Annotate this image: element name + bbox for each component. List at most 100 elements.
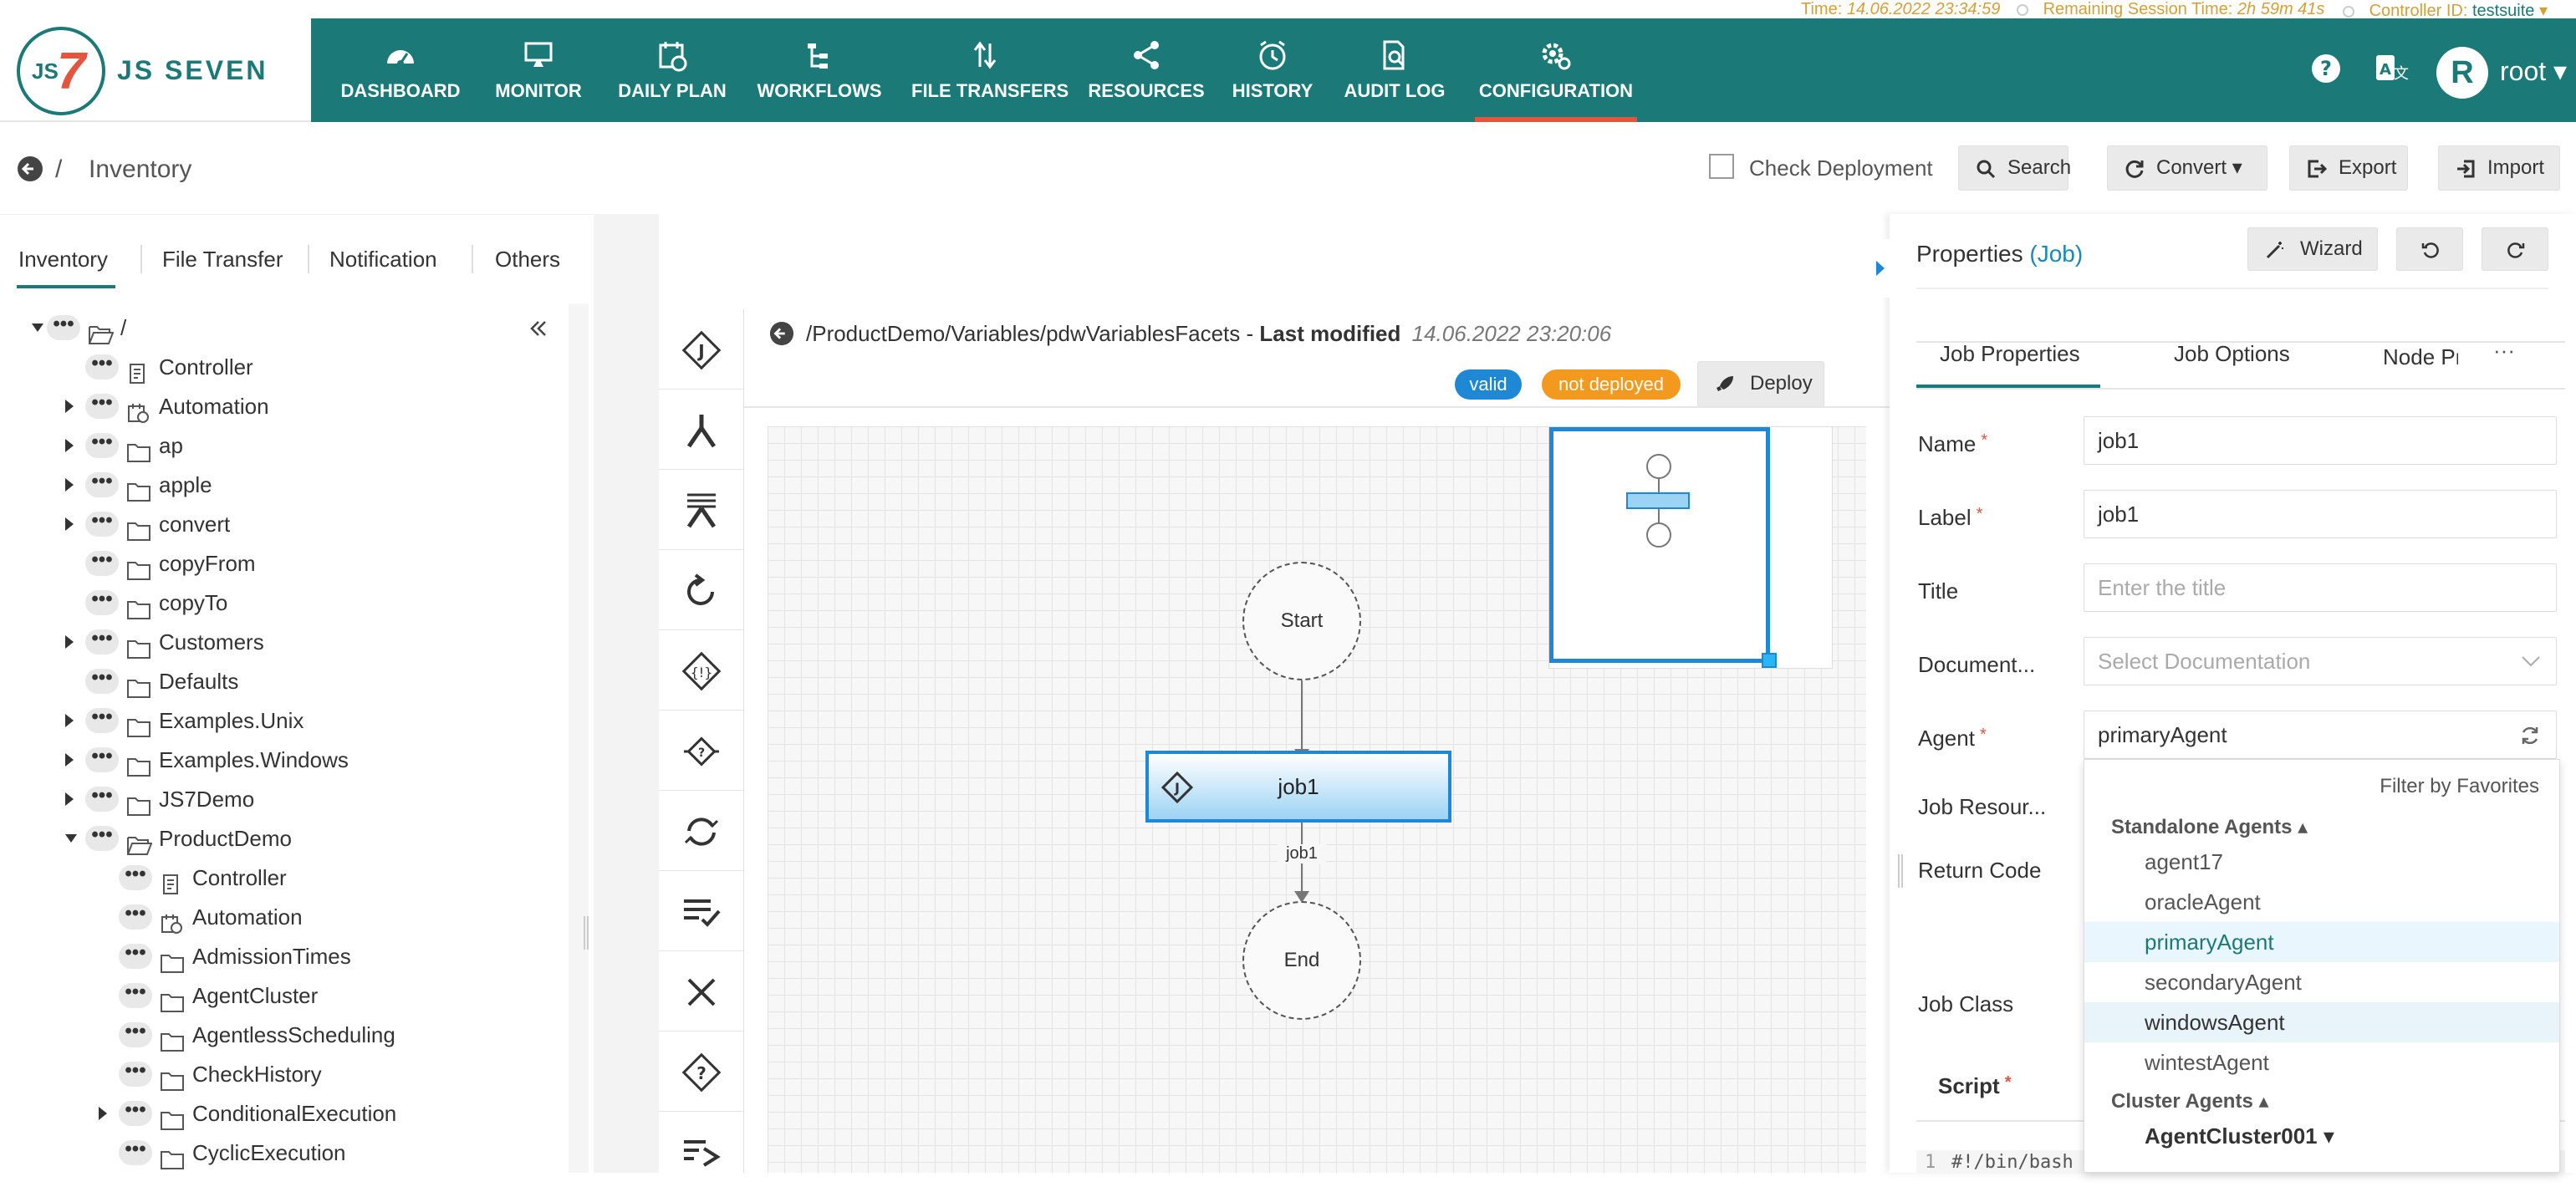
tree-item[interactable]: ••• Controller <box>0 348 560 386</box>
item-menu-button[interactable]: ••• <box>85 629 119 655</box>
tree-item[interactable]: ••• Controller <box>0 858 560 897</box>
deploy-button[interactable]: Deploy <box>1697 361 1824 408</box>
item-menu-button[interactable]: ••• <box>119 943 152 969</box>
cluster-option[interactable]: AgentCluster001 ▾ <box>2084 1116 2559 1156</box>
export-button[interactable]: Export <box>2289 145 2408 191</box>
label-input[interactable]: job1 <box>2084 490 2557 538</box>
standalone-agents-header[interactable]: Standalone Agents ▴ <box>2111 815 2308 839</box>
tab-inventory[interactable]: Inventory <box>18 247 108 273</box>
avatar[interactable]: R <box>2436 47 2488 99</box>
agent-option[interactable]: secondaryAgent <box>2084 962 2559 1002</box>
tool-if[interactable]: ? <box>659 711 744 791</box>
nav-daily-plan[interactable]: DAILY PLAN <box>609 18 736 122</box>
agent-option-selected[interactable]: primaryAgent <box>2084 922 2559 962</box>
name-input[interactable]: job1 <box>2084 416 2557 465</box>
tree-item[interactable]: ••• apple <box>0 466 560 504</box>
more-tabs-button[interactable]: ··· <box>2493 338 2515 364</box>
agent-option[interactable]: wintestAgent <box>2084 1042 2559 1082</box>
workflow-canvas[interactable]: Start J job1 job1 End <box>768 426 1866 1173</box>
start-node[interactable]: Start <box>1242 562 1361 680</box>
tree-item[interactable]: ••• AgentlessScheduling <box>0 1016 560 1054</box>
agent-option[interactable]: agent17 <box>2084 842 2559 882</box>
tool-retry[interactable] <box>659 550 744 630</box>
agent-select[interactable]: primaryAgent <box>2084 711 2557 759</box>
item-menu-button[interactable]: ••• <box>85 746 119 772</box>
item-menu-button[interactable]: ••• <box>119 1139 152 1165</box>
item-menu-button[interactable]: ••• <box>119 1100 152 1126</box>
tree-item[interactable]: ••• AgentCluster <box>0 976 560 1015</box>
job-node[interactable]: J job1 <box>1145 751 1451 823</box>
splitter[interactable] <box>584 214 659 1173</box>
tree-item[interactable]: ••• Automation <box>0 898 560 936</box>
tree-item[interactable]: ••• JS7Demo <box>0 780 560 818</box>
refresh-icon[interactable] <box>2519 725 2541 746</box>
back-arrow-icon[interactable] <box>769 321 794 346</box>
item-menu-button[interactable]: ••• <box>85 471 119 497</box>
import-button[interactable]: Import <box>2438 145 2560 191</box>
item-menu-button[interactable]: ••• <box>85 354 119 380</box>
tab-others[interactable]: Others <box>495 247 560 273</box>
controller-value[interactable]: testsuite <box>2472 2 2534 20</box>
item-menu-button[interactable]: ••• <box>85 511 119 537</box>
item-menu-button[interactable]: ••• <box>119 1061 152 1087</box>
tree-item[interactable]: ••• AdmissionTimes <box>0 937 560 976</box>
user-menu[interactable]: root ▾ <box>2500 55 2567 87</box>
item-menu-button[interactable]: ••• <box>47 314 80 340</box>
tree-item[interactable]: ••• Examples.Unix <box>0 701 560 740</box>
tool-fail[interactable] <box>659 951 744 1032</box>
tree-item[interactable]: ••• convert <box>0 505 560 543</box>
check-deployment-checkbox[interactable] <box>1709 154 1734 179</box>
nav-audit-log[interactable]: AUDIT LOG <box>1341 18 1448 122</box>
tab-node-properties[interactable]: Node Pr <box>2383 336 2458 378</box>
tree-item[interactable]: ••• CyclicExecution <box>0 1133 560 1172</box>
cluster-agents-header[interactable]: Cluster Agents ▴ <box>2111 1089 2269 1113</box>
tree-item[interactable]: ••• Defaults <box>0 662 560 700</box>
tree-item[interactable]: ••• ConditionalExecution <box>0 1094 560 1133</box>
item-menu-button[interactable]: ••• <box>85 432 119 458</box>
script-tab[interactable]: Script * <box>1938 1073 2011 1099</box>
language-icon[interactable]: A文 <box>2375 52 2411 89</box>
documentation-select[interactable]: Select Documentation <box>2084 637 2557 685</box>
end-node[interactable]: End <box>1242 901 1361 1020</box>
item-menu-button[interactable]: ••• <box>85 393 119 419</box>
minimap[interactable] <box>1548 426 1833 669</box>
tool-finish[interactable] <box>659 871 744 951</box>
item-menu-button[interactable]: ••• <box>119 864 152 890</box>
tree-item[interactable]: ••• CheckHistory <box>0 1055 560 1093</box>
tree-item[interactable]: ••• ProductDemo <box>0 819 560 858</box>
item-menu-button[interactable]: ••• <box>85 707 119 733</box>
redo-button[interactable] <box>2482 227 2548 271</box>
tool-try[interactable]: {!} <box>659 630 744 711</box>
panel-toggle[interactable] <box>1871 239 1890 298</box>
nav-resources[interactable]: RESOURCES <box>1087 18 1206 122</box>
tree-item[interactable]: ••• / <box>0 308 560 347</box>
tab-job-options[interactable]: Job Options <box>2174 341 2290 367</box>
splitter-grip[interactable] <box>1898 854 1903 888</box>
tree-scrollbar[interactable] <box>569 303 589 1173</box>
tool-fork[interactable] <box>659 390 744 470</box>
title-input[interactable]: Enter the title <box>2084 563 2557 612</box>
agent-option-hovered[interactable]: windowsAgent <box>2084 1002 2559 1042</box>
nav-monitor[interactable]: MONITOR <box>483 18 594 122</box>
tool-prompt[interactable]: ? <box>659 1032 744 1112</box>
filter-favorites-link[interactable]: Filter by Favorites <box>2380 775 2539 798</box>
undo-button[interactable] <box>2396 227 2463 271</box>
item-menu-button[interactable]: ••• <box>119 904 152 930</box>
nav-file-transfers[interactable]: FILE TRANSFERS <box>911 18 1069 122</box>
search-button[interactable]: Search <box>1958 145 2071 191</box>
item-menu-button[interactable]: ••• <box>85 589 119 615</box>
tree-item[interactable]: ••• copyFrom <box>0 544 560 583</box>
item-menu-button[interactable]: ••• <box>85 786 119 812</box>
item-menu-button[interactable]: ••• <box>85 550 119 576</box>
tab-file-transfer[interactable]: File Transfer <box>162 247 283 273</box>
convert-button[interactable]: Convert ▾ <box>2107 145 2267 191</box>
tool-cycle[interactable] <box>659 791 744 871</box>
tree-item[interactable]: ••• Automation <box>0 387 560 425</box>
splitter-grip[interactable] <box>584 916 589 950</box>
tree-item[interactable]: ••• ap <box>0 426 560 465</box>
item-menu-button[interactable]: ••• <box>119 982 152 1008</box>
nav-configuration[interactable]: CONFIGURATION <box>1475 18 1637 122</box>
tab-job-properties[interactable]: Job Properties <box>1940 341 2080 367</box>
item-menu-button[interactable]: ••• <box>85 825 119 851</box>
tool-job[interactable]: J <box>659 309 744 390</box>
